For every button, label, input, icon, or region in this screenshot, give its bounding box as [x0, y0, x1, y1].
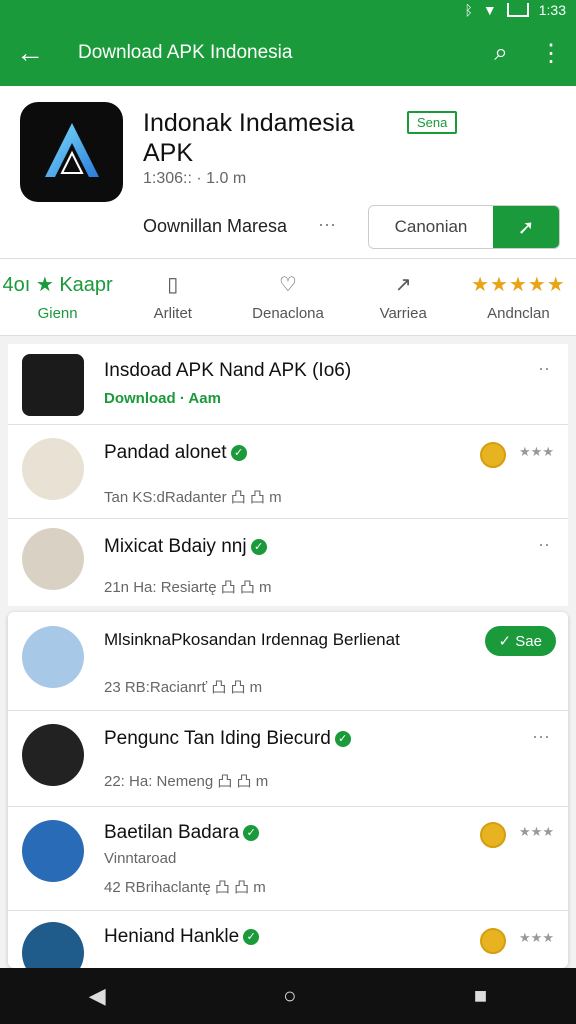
action-buttons: Canonian ➚ [368, 205, 560, 249]
more-dots-icon[interactable]: ··· [318, 214, 336, 235]
tab-andnclan[interactable]: ★★★★★ Andnclan [461, 259, 576, 335]
app-logo [20, 102, 123, 202]
list-item[interactable]: Insdoad APK Nand APK (Io6) Download · Aa… [8, 344, 568, 425]
item-title: Insdoad APK Nand APK (Io6) [104, 360, 352, 381]
item-subtitle: Download · Aam [104, 390, 221, 407]
stars-icon: ★★★ [519, 444, 554, 459]
list-card: Insdoad APK Nand APK (Io6) Download · Aa… [8, 344, 568, 606]
download-label: Oownillan Maresa [143, 216, 288, 236]
battery-icon [506, 3, 529, 17]
verified-icon: ✓ [250, 538, 267, 555]
item-subtitle: 42 RBrihaclantę 凸 凸 m [104, 879, 266, 896]
item-title: Mixicat Bdaiy nnj ✓ [104, 536, 267, 558]
rating-stars-icon: ★★★★★ [471, 274, 566, 296]
more-dots-icon[interactable]: ··· [532, 726, 550, 747]
home-nav-icon[interactable]: ○ [283, 983, 296, 1009]
verified-icon: ✓ [334, 730, 351, 747]
app-header: Indonak Indamesia APK Sena 1:306:: · 1.0… [0, 86, 576, 336]
stars-icon: ★★★ [519, 930, 554, 945]
verified-icon: ✓ [230, 444, 247, 461]
item-subtitle: 22: Ha: Nemeng 凸 凸 m [104, 773, 269, 790]
item-title: Pandad alonet ✓ [104, 442, 247, 464]
review-list: Insdoad APK Nand APK (Io6) Download · Aa… [0, 344, 576, 984]
item-subtitle: 23 RB:Racianrť 凸 凸 m [104, 679, 263, 696]
avatar [22, 438, 84, 500]
app-bar: ᛒ ▼ 1:33 ← Download APK Indonesia ⌕ ⋮ [0, 0, 576, 86]
more-dots-icon[interactable]: ·· [538, 534, 550, 555]
save-button[interactable]: ✓ Sae [484, 626, 556, 656]
arrow-left-icon[interactable]: ← [0, 37, 60, 69]
verified-icon: ✓ [243, 824, 260, 841]
list-item[interactable]: Heniand Hankle ✓ ★★★ [8, 910, 568, 984]
coin-icon [480, 442, 506, 468]
tab-strip: 4oı ★ Kaapr Gienn ▯ Arlitet ♡ Denaclona … [0, 258, 576, 336]
tab-label: Arlitet [153, 305, 192, 322]
recents-nav-icon[interactable]: ■ [474, 983, 487, 1009]
item-subtitle: Tan KS:dRadanter 凸 凸 m [104, 489, 282, 506]
star-icon: 4oı ★ Kaapr [2, 274, 113, 296]
bluetooth-icon: ᛒ [464, 2, 473, 18]
system-nav-bar: ◀ ○ ■ [0, 968, 576, 1024]
send-icon: ➚ [517, 216, 535, 239]
tab-label: Gienn [37, 305, 78, 322]
tab-arlitet[interactable]: ▯ Arlitet [115, 259, 230, 335]
item-title: Pengunc Tan Iding Biecurd ✓ [104, 728, 351, 750]
tab-label: Andnclan [487, 305, 550, 322]
item-title: MlsinknaPkosandan Irdennag Berlienat [104, 630, 400, 649]
tab-label: Denaclona [252, 305, 324, 322]
share-icon: ↗ [394, 274, 412, 296]
heart-icon: ♡ [279, 274, 297, 296]
app-meta: 1:306:: · 1.0 m [143, 170, 247, 187]
verified-icon: ✓ [243, 928, 260, 945]
page-title: Download APK Indonesia [78, 42, 293, 63]
cancel-button[interactable]: Canonian [369, 206, 493, 248]
coin-icon [480, 822, 506, 848]
coin-icon [480, 928, 506, 954]
tab-varriea[interactable]: ↗ Varriea [346, 259, 461, 335]
logo-icon [44, 123, 99, 177]
more-vert-icon[interactable]: ⋮ [526, 39, 576, 68]
tab-gienn[interactable]: 4oı ★ Kaapr Gienn [0, 259, 115, 335]
list-item[interactable]: Pandad alonet ✓ Tan KS:dRadanter 凸 凸 m ★★… [8, 424, 568, 519]
send-button[interactable]: ➚ [493, 206, 559, 248]
list-card: MlsinknaPkosandan Irdennag Berlienat 23 … [8, 612, 568, 984]
search-icon[interactable]: ⌕ [476, 39, 526, 67]
list-item[interactable]: Mixicat Bdaiy nnj ✓ 21n Ha: Resiartę 凸 凸 … [8, 518, 568, 606]
more-dots-icon[interactable]: ·· [538, 358, 550, 379]
app-name: Indonak Indamesia APK [143, 109, 355, 167]
status-time: 1:33 [538, 2, 566, 18]
back-nav-icon[interactable]: ◀ [89, 983, 106, 1009]
avatar [22, 626, 84, 688]
app-thumbnail [22, 354, 84, 416]
document-icon: ▯ [167, 274, 179, 296]
status-bar: ᛒ ▼ 1:33 [464, 0, 566, 20]
avatar [22, 528, 84, 590]
avatar [22, 820, 84, 882]
tab-label: Varriea [379, 305, 427, 322]
item-subtitle: 21n Ha: Resiartę 凸 凸 m [104, 579, 272, 596]
stars-icon: ★★★ [519, 824, 554, 839]
avatar [22, 724, 84, 786]
list-item[interactable]: Pengunc Tan Iding Biecurd ✓ 22: Ha: Nemen… [8, 710, 568, 807]
tab-denaclona[interactable]: ♡ Denaclona [230, 259, 345, 335]
item-title: Heniand Hankle ✓ [104, 926, 260, 948]
status-badge: Sena [407, 111, 458, 134]
toolbar: ← Download APK Indonesia ⌕ ⋮ [0, 20, 576, 86]
item-title: Baetilan Badara ✓ [104, 822, 260, 844]
wifi-icon: ▼ [482, 2, 497, 18]
list-item[interactable]: Baetilan Badara ✓ Vinntaroad 42 RBrihacla… [8, 806, 568, 911]
list-item[interactable]: MlsinknaPkosandan Irdennag Berlienat 23 … [8, 612, 568, 711]
item-subtitle-2: Vinntaroad [104, 850, 177, 867]
